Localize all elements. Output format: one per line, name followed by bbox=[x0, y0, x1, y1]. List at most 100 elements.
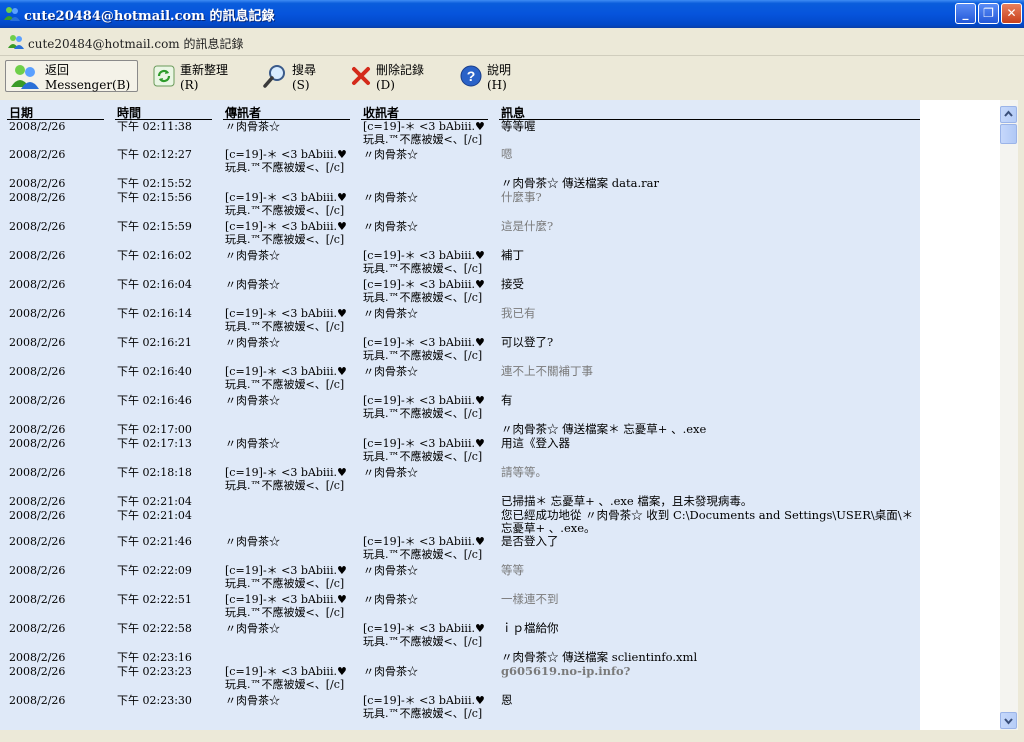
row-message: g605619.no-ip.info? bbox=[501, 664, 631, 678]
row-sender: [c=19]-＊ <3 bAbiii.♥玩具.™不應被嫒<、[/c] bbox=[225, 593, 347, 619]
row-message: 等等 bbox=[501, 563, 524, 577]
svg-text:?: ? bbox=[467, 68, 476, 84]
row-message: 請等等。 bbox=[501, 465, 547, 479]
row-receiver: 〃肉骨茶☆ bbox=[363, 665, 418, 678]
row-receiver: [c=19]-＊ <3 bAbiii.♥玩具.™不應被嫒<、[/c] bbox=[363, 278, 485, 304]
scroll-down-button[interactable] bbox=[1000, 712, 1017, 729]
row-date: 2008/2/26 bbox=[9, 694, 66, 707]
row-message: 一樣連不到 bbox=[501, 592, 559, 606]
row-time: 下午 02:18:18 bbox=[117, 466, 192, 479]
row-message: 是否登入了 bbox=[501, 534, 559, 548]
toolbar: 返回 Messenger(B) 重新整理(R) 搜尋(S) 刪除記錄(D) ? … bbox=[0, 56, 1024, 98]
close-button[interactable]: ✕ bbox=[1001, 3, 1022, 24]
row-receiver: 〃肉骨茶☆ bbox=[363, 148, 418, 161]
row-date: 2008/2/26 bbox=[9, 437, 66, 450]
row-date: 2008/2/26 bbox=[9, 307, 66, 320]
row-time: 下午 02:15:59 bbox=[117, 220, 192, 233]
row-receiver: 〃肉骨茶☆ bbox=[363, 466, 418, 479]
row-sender: 〃肉骨茶☆ bbox=[225, 394, 280, 407]
row-date: 2008/2/26 bbox=[9, 423, 66, 436]
magnifier-icon bbox=[263, 65, 285, 88]
row-message: 恩 bbox=[501, 693, 513, 707]
row-time: 下午 02:15:56 bbox=[117, 191, 192, 204]
minimize-button[interactable]: _ bbox=[955, 3, 976, 24]
row-date: 2008/2/26 bbox=[9, 177, 66, 190]
row-receiver: 〃肉骨茶☆ bbox=[363, 365, 418, 378]
row-date: 2008/2/26 bbox=[9, 394, 66, 407]
row-receiver: [c=19]-＊ <3 bAbiii.♥玩具.™不應被嫒<、[/c] bbox=[363, 394, 485, 420]
refresh-button-label: 重新整理(R) bbox=[180, 62, 229, 92]
row-date: 2008/2/26 bbox=[9, 120, 66, 133]
row-time: 下午 02:22:51 bbox=[117, 593, 192, 606]
row-message: 已掃描＊ 忘憂草+ 、.exe 檔案，且未發現病毒。 bbox=[501, 494, 753, 508]
search-button[interactable]: 搜尋(S) bbox=[259, 60, 335, 92]
row-time: 下午 02:22:58 bbox=[117, 622, 192, 635]
row-sender: 〃肉骨茶☆ bbox=[225, 336, 280, 349]
title-bar[interactable]: cute20484@hotmail.com 的訊息記錄 _ ❐ ✕ bbox=[0, 0, 1024, 28]
row-sender: 〃肉骨茶☆ bbox=[225, 535, 280, 548]
history-header: cute20484@hotmail.com 的訊息記錄 bbox=[0, 28, 1024, 56]
row-receiver: [c=19]-＊ <3 bAbiii.♥玩具.™不應被嫒<、[/c] bbox=[363, 694, 485, 720]
row-date: 2008/2/26 bbox=[9, 564, 66, 577]
row-sender: [c=19]-＊ <3 bAbiii.♥玩具.™不應被嫒<、[/c] bbox=[225, 564, 347, 590]
row-date: 2008/2/26 bbox=[9, 220, 66, 233]
row-date: 2008/2/26 bbox=[9, 593, 66, 606]
row-receiver: [c=19]-＊ <3 bAbiii.♥玩具.™不應被嫒<、[/c] bbox=[363, 622, 485, 648]
window-title: cute20484@hotmail.com 的訊息記錄 bbox=[24, 9, 275, 24]
scroll-up-button[interactable] bbox=[1000, 106, 1017, 123]
row-date: 2008/2/26 bbox=[9, 249, 66, 262]
back-to-messenger-button[interactable]: 返回 Messenger(B) bbox=[5, 60, 138, 92]
help-question-icon: ? bbox=[460, 65, 482, 87]
row-sender: [c=19]-＊ <3 bAbiii.♥玩具.™不應被嫒<、[/c] bbox=[225, 220, 347, 246]
row-sender: 〃肉骨茶☆ bbox=[225, 694, 280, 707]
row-message: 連不上不關補丁事 bbox=[501, 364, 593, 378]
row-receiver: [c=19]-＊ <3 bAbiii.♥玩具.™不應被嫒<、[/c] bbox=[363, 437, 485, 463]
refresh-button[interactable]: 重新整理(R) bbox=[149, 60, 249, 92]
row-message: 可以登了? bbox=[501, 335, 554, 349]
row-time: 下午 02:16:04 bbox=[117, 278, 192, 291]
row-message: 〃肉骨茶☆ 傳送檔案 sclientinfo.xml bbox=[501, 650, 698, 664]
row-sender: 〃肉骨茶☆ bbox=[225, 120, 280, 133]
delete-history-button[interactable]: 刪除記錄(D) bbox=[347, 60, 445, 92]
help-button-label: 說明(H) bbox=[487, 62, 512, 92]
row-date: 2008/2/26 bbox=[9, 336, 66, 349]
row-message: 〃肉骨茶☆ 傳送檔案＊ 忘憂草+ 、.exe bbox=[501, 422, 707, 436]
row-receiver: [c=19]-＊ <3 bAbiii.♥玩具.™不應被嫒<、[/c] bbox=[363, 535, 485, 561]
row-time: 下午 02:16:14 bbox=[117, 307, 192, 320]
row-time: 下午 02:16:46 bbox=[117, 394, 192, 407]
help-button[interactable]: ? 說明(H) bbox=[456, 60, 532, 92]
row-message: 這是什麼? bbox=[501, 219, 554, 233]
row-date: 2008/2/26 bbox=[9, 148, 66, 161]
row-message: 我已有 bbox=[501, 306, 536, 320]
row-time: 下午 02:21:04 bbox=[117, 509, 192, 522]
chevron-down-icon bbox=[1004, 718, 1013, 725]
row-message: 有 bbox=[501, 393, 513, 407]
row-receiver: [c=19]-＊ <3 bAbiii.♥玩具.™不應被嫒<、[/c] bbox=[363, 120, 485, 146]
row-receiver: [c=19]-＊ <3 bAbiii.♥玩具.™不應被嫒<、[/c] bbox=[363, 336, 485, 362]
row-receiver: 〃肉骨茶☆ bbox=[363, 220, 418, 233]
row-sender: [c=19]-＊ <3 bAbiii.♥玩具.™不應被嫒<、[/c] bbox=[225, 307, 347, 333]
row-message: 接受 bbox=[501, 277, 524, 291]
row-time: 下午 02:23:23 bbox=[117, 665, 192, 678]
chevron-up-icon bbox=[1004, 110, 1013, 117]
row-sender: 〃肉骨茶☆ bbox=[225, 622, 280, 635]
row-time: 下午 02:16:21 bbox=[117, 336, 192, 349]
row-time: 下午 02:21:04 bbox=[117, 495, 192, 508]
row-date: 2008/2/26 bbox=[9, 509, 66, 522]
red-x-icon bbox=[352, 67, 370, 85]
row-message: 您已經成功地從 〃肉骨茶☆ 收到 C:\Documents and Settin… bbox=[501, 508, 914, 535]
row-time: 下午 02:23:30 bbox=[117, 694, 192, 707]
messenger-buddies-icon bbox=[8, 35, 24, 49]
row-date: 2008/2/26 bbox=[9, 665, 66, 678]
refresh-icon bbox=[153, 65, 175, 87]
history-view[interactable]: 日期 時間 傳訊者 收訊者 訊息 2008/2/26 下午 02:11:38 〃肉骨… bbox=[0, 100, 1000, 730]
row-time: 下午 02:22:09 bbox=[117, 564, 192, 577]
vertical-scrollbar[interactable] bbox=[1000, 100, 1018, 730]
messenger-buddies-icon bbox=[4, 7, 20, 21]
maximize-button[interactable]: ❐ bbox=[978, 3, 999, 24]
row-date: 2008/2/26 bbox=[9, 535, 66, 548]
scroll-thumb[interactable] bbox=[1000, 124, 1017, 144]
row-sender: [c=19]-＊ <3 bAbiii.♥玩具.™不應被嫒<、[/c] bbox=[225, 665, 347, 691]
row-message: ｉｐ檔給你 bbox=[501, 621, 559, 635]
row-date: 2008/2/26 bbox=[9, 365, 66, 378]
